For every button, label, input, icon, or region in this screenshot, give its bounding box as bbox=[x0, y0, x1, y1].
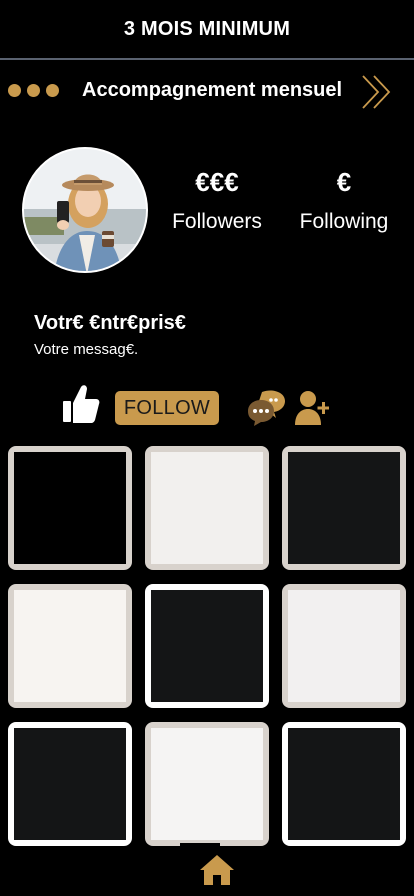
tile-image bbox=[151, 728, 263, 840]
thumbs-up-icon[interactable] bbox=[62, 384, 100, 424]
profile-photo bbox=[24, 149, 146, 271]
grid-tile[interactable] bbox=[282, 446, 406, 570]
tile-image bbox=[14, 452, 126, 564]
grid-tile[interactable] bbox=[145, 584, 269, 708]
tile-image bbox=[151, 590, 263, 702]
following-count: € bbox=[336, 167, 352, 197]
followers-label[interactable]: Followers bbox=[162, 210, 272, 234]
grid-tile[interactable] bbox=[8, 446, 132, 570]
tile-image bbox=[151, 452, 263, 564]
monthly-banner[interactable]: Accompagnement mensuel bbox=[0, 62, 414, 120]
add-user-icon[interactable] bbox=[295, 388, 329, 426]
dot bbox=[8, 84, 21, 97]
grid-tile[interactable] bbox=[282, 584, 406, 708]
grid-tile[interactable] bbox=[282, 722, 406, 846]
top-bar: 3 MOIS MINIMUM bbox=[0, 0, 414, 60]
followers-count: €€€ bbox=[195, 167, 239, 197]
grid-tile[interactable] bbox=[145, 722, 269, 846]
grid-tile[interactable] bbox=[145, 446, 269, 570]
grid-tile[interactable] bbox=[8, 722, 132, 846]
double-chevron-right-icon[interactable] bbox=[360, 74, 396, 110]
following-label[interactable]: Following bbox=[289, 210, 399, 234]
tile-image bbox=[288, 590, 400, 702]
avatar[interactable] bbox=[22, 147, 148, 273]
grid-tile[interactable] bbox=[8, 584, 132, 708]
banner-title: Accompagnement mensuel bbox=[82, 79, 343, 101]
tile-image bbox=[288, 728, 400, 840]
business-message: Votre messag€. bbox=[34, 341, 139, 358]
dot bbox=[27, 84, 40, 97]
business-name: Votr€ €ntr€pris€ bbox=[34, 312, 186, 334]
follow-button[interactable]: FOLLOW bbox=[115, 391, 219, 425]
chat-bubbles-icon[interactable] bbox=[246, 389, 286, 427]
home-icon[interactable] bbox=[199, 853, 235, 887]
tile-image bbox=[14, 728, 126, 840]
page-title: 3 MOIS MINIMUM bbox=[123, 18, 291, 40]
tile-image bbox=[288, 452, 400, 564]
app-screen: 3 MOIS MINIMUM Accompagnement mensuel €€… bbox=[0, 0, 414, 896]
nav-notch bbox=[180, 843, 220, 853]
dot bbox=[46, 84, 59, 97]
tile-image bbox=[14, 590, 126, 702]
